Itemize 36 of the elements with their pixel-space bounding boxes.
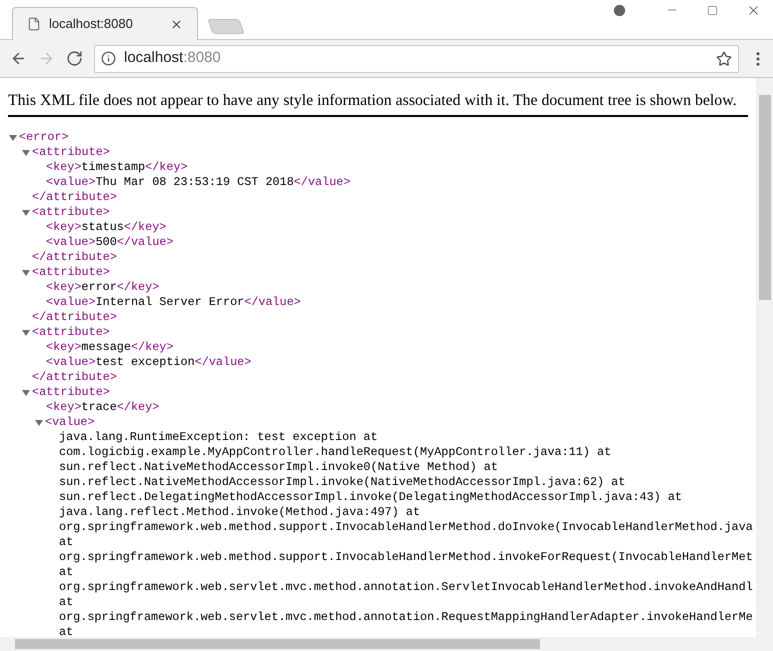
collapse-arrow-icon[interactable]	[22, 389, 30, 398]
collapse-arrow-icon[interactable]	[9, 134, 17, 142]
address-bar[interactable]: localhost:8080	[94, 44, 739, 72]
trace-line: sun.reflect.DelegatingMethodAccessorImpl.invoke(DelegatingMethodAccessorImpl.java:43) at	[59, 489, 682, 506]
xml-line: <value>Thu Mar 08 23:53:19 CST 2018</value>	[46, 174, 350, 192]
trace-line: org.springframework.web.servlet.mvc.method.annotation.ServletInvocableHandlerMethod.invokeAndHandl	[59, 579, 753, 596]
trace-line: at	[59, 594, 74, 612]
notice-text: This XML file does not appear to have any style information associated with it. The document tree is shown below.	[8, 91, 738, 111]
collapse-arrow-icon[interactable]	[22, 209, 30, 218]
trace-line: at	[59, 534, 74, 552]
trace-line: org.springframework.web.method.support.InvocableHandlerMethod.invokeForRequest(InvocableHandlerMet	[59, 549, 753, 566]
trace-line: com.logicbig.example.MyAppController.handleRequest(MyAppController.java:11) at	[59, 444, 612, 462]
info-icon[interactable]	[101, 51, 116, 66]
collapse-arrow-icon[interactable]	[22, 329, 30, 338]
trace-line: org.springframework.web.servlet.mvc.method.annotation.RequestMappingHandlerAdapter.invokeHandlerMe	[59, 609, 753, 626]
trace-line: org.springframework.web.method.support.InvocableHandlerMethod.doInvoke(InvocableHandlerMethod.java	[59, 519, 753, 536]
trace-line: at	[59, 564, 74, 582]
page-icon	[27, 17, 41, 31]
xml-line: <value>500</value>	[46, 234, 174, 252]
vertical-scrollbar[interactable]	[756, 78, 773, 637]
trace-line: at	[59, 624, 74, 637]
collapse-arrow-icon[interactable]	[22, 269, 30, 278]
account-icon[interactable]	[612, 2, 627, 18]
collapse-arrow-icon[interactable]	[22, 149, 30, 158]
maximize-icon[interactable]	[707, 4, 718, 16]
close-tab-icon[interactable]	[170, 18, 183, 30]
xml-line: <value>Internal Server Error</value>	[46, 294, 301, 312]
trace-line: java.lang.reflect.Method.invoke(Method.java:497) at	[59, 504, 420, 522]
trace-line: sun.reflect.NativeMethodAccessorImpl.invoke0(Native Method) at	[59, 459, 498, 476]
trace-line: sun.reflect.NativeMethodAccessorImpl.invoke(NativeMethodAccessorImpl.java:62) at	[59, 474, 626, 492]
collapse-arrow-icon[interactable]	[35, 419, 43, 428]
xml-line: <value>test exception</value>	[46, 354, 252, 372]
reload-icon	[66, 50, 82, 67]
browser-tab[interactable]: localhost:8080	[12, 7, 198, 40]
bookmark-star-icon[interactable]	[716, 50, 732, 66]
horizontal-scrollbar[interactable]	[0, 637, 773, 651]
